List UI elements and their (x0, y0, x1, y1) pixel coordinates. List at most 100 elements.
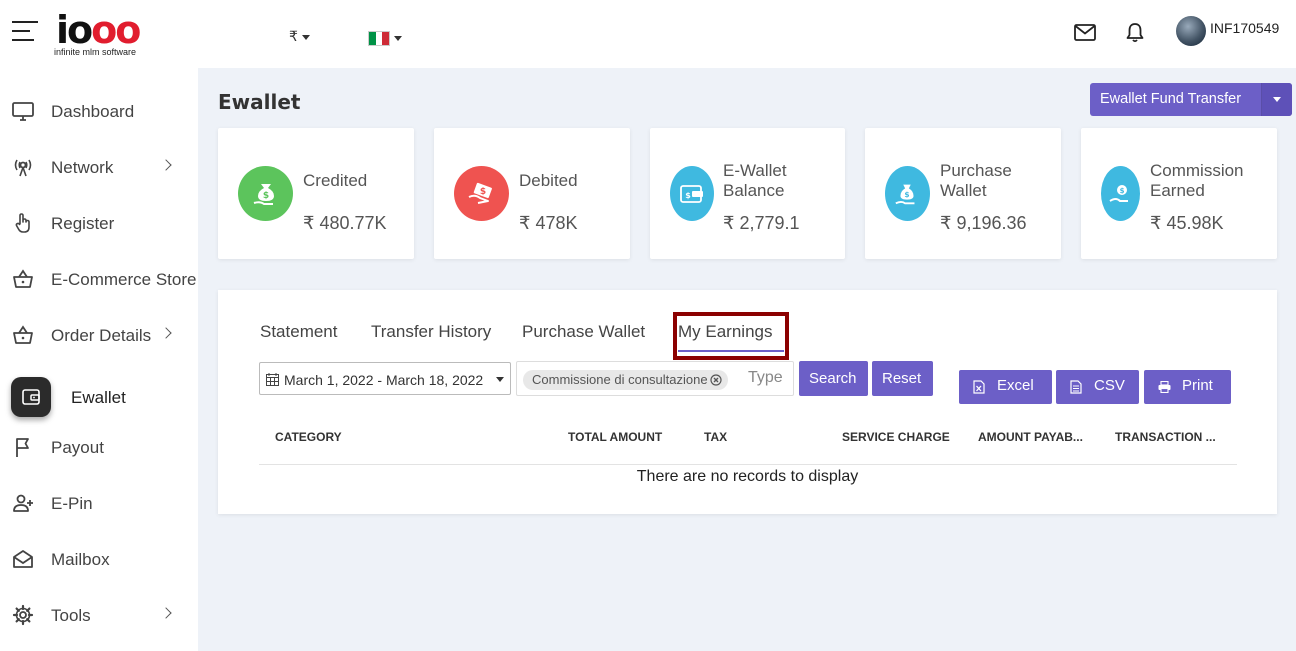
money-bag-hand-icon: $ (885, 166, 930, 221)
coin-hand-icon: $ (1101, 166, 1140, 221)
active-tab-indicator (678, 350, 784, 352)
sidebar-item-tools[interactable]: Tools (0, 595, 198, 635)
empty-table-message: There are no records to display (636, 468, 859, 485)
selected-type-chip: Commissione di consultazione (523, 370, 728, 390)
card-value: ₹ 9,196.36 (940, 213, 1027, 233)
csv-export-button[interactable]: CSV (1056, 370, 1139, 404)
active-icon-box (11, 377, 51, 417)
sidebar-item-payout[interactable]: Payout (0, 427, 198, 467)
sidebar-item-dashboard[interactable]: Dashboard (0, 91, 198, 131)
chevron-down-icon (496, 377, 504, 382)
calendar-icon (266, 373, 279, 386)
column-header-tax[interactable]: TAX (704, 430, 727, 444)
sidebar-item-label: E-Commerce Store (51, 270, 197, 289)
sidebar-item-label: E-Pin (51, 494, 93, 513)
sidebar-item-label: Tools (51, 606, 91, 625)
tab-my-earnings[interactable]: My Earnings (678, 322, 772, 342)
reset-button[interactable]: Reset (872, 361, 933, 396)
currency-symbol: ₹ (289, 28, 298, 44)
user-id[interactable]: INF170549 (1210, 20, 1279, 36)
currency-selector[interactable]: ₹ (289, 28, 310, 45)
logo-text: iooo (56, 8, 141, 52)
column-header-transaction[interactable]: TRANSACTION ... (1115, 430, 1216, 444)
sidebar-item-network[interactable]: Network (0, 147, 198, 187)
sidebar-item-label: Mailbox (51, 550, 110, 569)
sidebar-item-label: Order Details (51, 326, 152, 345)
gear-icon (12, 604, 34, 626)
sidebar-item-order-details[interactable]: Order Details (0, 315, 198, 355)
money-hand-icon: $ (454, 166, 509, 221)
chevron-down-icon (301, 34, 310, 40)
mail-icon[interactable] (1074, 24, 1096, 41)
svg-text:$: $ (904, 190, 909, 199)
sidebar-item-ewallet[interactable]: Ewallet (0, 371, 198, 423)
user-plus-icon (13, 494, 33, 512)
menu-toggle-icon[interactable] (12, 21, 38, 41)
type-filter-input[interactable]: Commissione di consultazione Type (516, 361, 794, 396)
sidebar-item-label: Register (51, 214, 115, 233)
card-value: ₹ 478K (519, 213, 578, 233)
bell-icon[interactable] (1125, 22, 1145, 43)
tab-transfer-history[interactable]: Transfer History (371, 322, 491, 342)
csv-button-label: CSV (1094, 377, 1125, 394)
date-range-picker[interactable]: March 1, 2022 - March 18, 2022 (259, 362, 511, 395)
card-ewallet-balance: $ E-Wallet Balance ₹ 2,779.1 (650, 128, 845, 259)
sidebar-item-label: Payout (51, 438, 104, 457)
tab-statement[interactable]: Statement (260, 322, 338, 342)
chevron-right-icon (160, 607, 172, 619)
avatar[interactable] (1176, 16, 1206, 46)
card-commission-earned: $ Commission Earned ₹ 45.98K (1081, 128, 1277, 259)
card-title: E-Wallet Balance (723, 161, 787, 200)
column-header-amount-payable[interactable]: AMOUNT PAYAB... (978, 430, 1083, 444)
excel-file-icon (973, 380, 985, 394)
fund-transfer-label: Ewallet Fund Transfer (1100, 91, 1242, 107)
sidebar-item-mailbox[interactable]: Mailbox (0, 539, 198, 579)
sidebar-item-epin[interactable]: E-Pin (0, 483, 198, 523)
card-value: ₹ 480.77K (303, 213, 387, 233)
remove-chip-icon[interactable] (709, 374, 722, 386)
monitor-icon (12, 102, 34, 121)
svg-text:$: $ (1120, 187, 1125, 195)
page-title: Ewallet (218, 90, 301, 114)
date-range-value: March 1, 2022 - March 18, 2022 (284, 372, 484, 388)
sidebar-item-register[interactable]: Register (0, 203, 198, 243)
network-icon (14, 159, 32, 177)
excel-export-button[interactable]: Excel (959, 370, 1052, 404)
search-button[interactable]: Search (799, 361, 868, 396)
envelope-open-icon (13, 550, 33, 568)
wallet-cash-icon: $ (670, 166, 714, 221)
sidebar-item-label: Ewallet (71, 388, 126, 407)
chevron-right-icon (160, 159, 172, 171)
column-header-total-amount[interactable]: TOTAL AMOUNT (568, 430, 662, 444)
excel-button-label: Excel (997, 377, 1034, 394)
chevron-down-icon (394, 36, 402, 42)
top-header: iooo infinite mlm software ₹ INF170549 (0, 0, 1296, 68)
card-title: Commission Earned (1150, 161, 1244, 200)
basket-icon (13, 325, 33, 344)
column-header-service-charge[interactable]: SERVICE CHARGE (842, 430, 950, 444)
column-header-category[interactable]: CATEGORY (275, 430, 342, 444)
print-button[interactable]: Print (1144, 370, 1231, 404)
sidebar-item-ecommerce-store[interactable]: E-Commerce Store (0, 259, 198, 299)
logo[interactable]: iooo infinite mlm software (54, 8, 154, 58)
card-title: Credited (303, 171, 368, 190)
svg-text:$: $ (480, 187, 486, 197)
card-credited: $ Credited ₹ 480.77K (218, 128, 414, 259)
tab-purchase-wallet[interactable]: Purchase Wallet (522, 322, 645, 342)
search-button-label: Search (809, 370, 857, 387)
svg-text:$: $ (263, 191, 269, 201)
csv-file-icon (1070, 380, 1082, 394)
logo-subtitle: infinite mlm software (54, 47, 137, 57)
svg-text:$: $ (685, 191, 691, 200)
money-bag-hand-icon: $ (238, 166, 293, 221)
sidebar-item-label: Dashboard (51, 102, 135, 121)
ewallet-panel: Statement Transfer History Purchase Wall… (218, 290, 1277, 514)
card-debited: $ Debited ₹ 478K (434, 128, 630, 259)
chevron-down-icon (1273, 97, 1281, 102)
language-selector[interactable] (368, 30, 402, 48)
ewallet-fund-transfer-button[interactable]: Ewallet Fund Transfer (1090, 83, 1292, 116)
fund-transfer-dropdown-toggle[interactable] (1261, 83, 1292, 116)
basket-icon (13, 269, 33, 288)
card-title: Debited (519, 171, 578, 190)
sidebar: Dashboard Network Register E-Commerce St… (0, 68, 198, 651)
